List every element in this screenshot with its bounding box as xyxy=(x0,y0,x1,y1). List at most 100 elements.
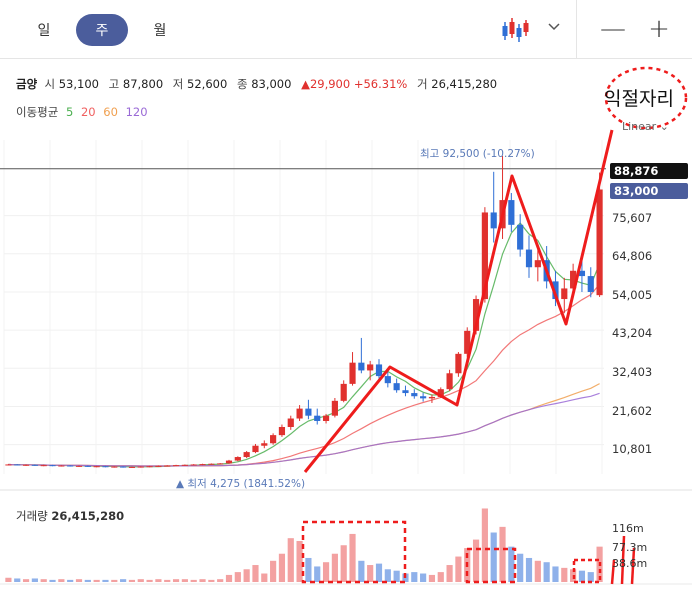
volume-title-label: 거래량 xyxy=(16,509,48,523)
annotation-box xyxy=(572,558,602,584)
y-tick-label: 32,403 xyxy=(612,365,653,379)
annotation-text: 익절자리 xyxy=(604,88,674,110)
candle-body xyxy=(234,457,241,461)
candle-body xyxy=(296,408,303,419)
volume-bar xyxy=(252,565,259,582)
candle-body xyxy=(287,418,294,427)
volume-bar xyxy=(322,562,330,582)
volume-bar xyxy=(120,579,127,582)
candle-body xyxy=(181,464,188,466)
candle-body xyxy=(190,464,197,466)
candle-body xyxy=(225,460,233,464)
volume-bar xyxy=(5,577,12,582)
volume-bar xyxy=(508,546,515,582)
candle-body xyxy=(340,383,347,401)
volume-title: 거래량 26,415,280 xyxy=(16,508,124,524)
candle-body xyxy=(525,249,533,268)
candle-body xyxy=(261,443,268,446)
volume-bar xyxy=(578,570,586,582)
candle-body xyxy=(358,362,365,371)
candle-body xyxy=(49,465,56,467)
candle-body xyxy=(84,465,91,467)
crosshair-price-tag: 88,876 xyxy=(610,163,688,179)
candle-body xyxy=(5,464,12,466)
last-price-tag: 83,000 xyxy=(610,183,688,199)
volume-bar xyxy=(420,573,427,582)
volume-bar xyxy=(217,579,224,582)
candle-body xyxy=(75,465,83,467)
candle-body xyxy=(411,393,418,397)
volume-bar xyxy=(270,560,277,582)
candle-body xyxy=(111,466,118,468)
volume-bar xyxy=(146,579,153,582)
candle-body xyxy=(270,435,277,444)
volume-bar xyxy=(358,560,365,582)
candle-body xyxy=(22,464,30,466)
y-tick-label: 75,607 xyxy=(612,211,653,225)
volume-bar xyxy=(446,565,453,582)
volume-bar xyxy=(455,556,462,582)
candle-body xyxy=(217,463,224,465)
candle-body xyxy=(40,465,47,467)
volume-bar xyxy=(340,545,347,582)
volume-title-value: 26,415,280 xyxy=(51,509,125,523)
candle-body xyxy=(128,466,136,468)
candle-body xyxy=(402,390,409,394)
volume-bar xyxy=(128,579,136,582)
volume-bar xyxy=(472,539,480,582)
candle-body xyxy=(331,400,338,416)
scale-mode-toggle[interactable]: Linear ⌄ xyxy=(622,120,669,133)
volume-bar xyxy=(367,565,374,582)
candle-body xyxy=(384,376,391,384)
volume-bar xyxy=(428,574,436,582)
candle-body xyxy=(490,212,497,229)
volume-bar xyxy=(314,566,321,582)
volume-bar xyxy=(49,579,56,582)
volume-bar xyxy=(278,553,286,582)
ma-line-120 xyxy=(8,392,600,467)
candle-body xyxy=(102,466,109,468)
volume-bar xyxy=(543,562,550,582)
volume-bar xyxy=(437,572,444,582)
candle-body xyxy=(305,408,312,416)
volume-tick-label: 116m xyxy=(612,522,644,535)
candle-body xyxy=(455,353,462,374)
volume-bar xyxy=(552,566,559,582)
volume-bar xyxy=(490,532,497,582)
y-tick-label: 64,806 xyxy=(612,249,653,263)
volume-bar xyxy=(261,573,268,582)
candle-body xyxy=(561,288,568,300)
volume-bar xyxy=(164,579,171,582)
candle-body xyxy=(596,189,603,296)
volume-bar xyxy=(587,572,594,582)
volume-bar xyxy=(375,563,383,582)
volume-bar xyxy=(58,579,65,582)
volume-bar xyxy=(137,579,144,582)
candle-body xyxy=(172,465,180,467)
volume-bar xyxy=(525,557,533,582)
scale-mode-label: Linear xyxy=(622,120,657,133)
volume-bar xyxy=(84,579,91,582)
candle-body xyxy=(587,276,594,292)
volume-bar xyxy=(208,579,215,582)
volume-bar xyxy=(155,579,162,582)
candle-body xyxy=(31,464,38,466)
volume-tick-label: 77.3m xyxy=(612,541,648,554)
ma-line-20 xyxy=(8,283,601,467)
candle-body xyxy=(164,465,171,467)
volume-bar xyxy=(75,579,83,582)
price-chart[interactable] xyxy=(0,0,692,589)
volume-bar xyxy=(411,572,418,582)
volume-bar xyxy=(67,579,74,582)
volume-bar xyxy=(190,579,197,582)
candle-body xyxy=(14,464,21,466)
ma-line-5 xyxy=(8,222,601,468)
candle-body xyxy=(93,466,100,468)
candle-body xyxy=(120,466,127,468)
volume-bar xyxy=(93,579,100,582)
candle-body xyxy=(208,463,215,465)
volume-bar xyxy=(181,579,188,582)
volume-bar xyxy=(172,579,180,582)
volume-bar xyxy=(22,579,30,582)
volume-bar xyxy=(243,569,250,582)
